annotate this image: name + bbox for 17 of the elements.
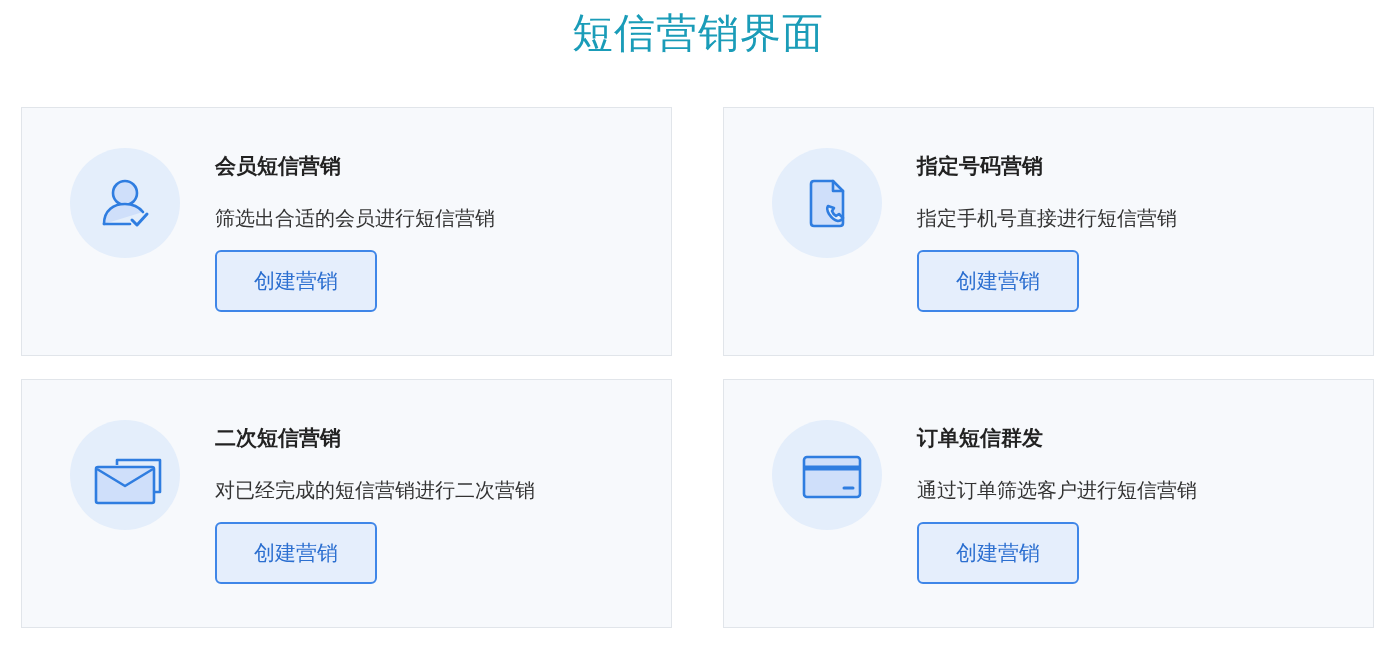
page-title: 短信营销界面 — [570, 8, 825, 59]
card-description: 指定手机号直接进行短信营销 — [917, 205, 1177, 232]
user-check-icon — [70, 148, 180, 258]
card-title: 会员短信营销 — [215, 153, 341, 180]
create-button[interactable]: 创建营销 — [215, 250, 377, 312]
create-button[interactable]: 创建营销 — [215, 522, 377, 584]
envelopes-icon — [70, 420, 180, 530]
create-button[interactable]: 创建营销 — [917, 250, 1079, 312]
card-title: 二次短信营销 — [215, 425, 341, 452]
create-button[interactable]: 创建营销 — [917, 522, 1079, 584]
card-icon — [772, 420, 882, 530]
card-description: 通过订单筛选客户进行短信营销 — [917, 477, 1197, 504]
document-phone-icon — [772, 148, 882, 258]
card-description: 对已经完成的短信营销进行二次营销 — [215, 477, 535, 504]
card-title: 指定号码营销 — [917, 153, 1043, 180]
card-description: 筛选出合适的会员进行短信营销 — [215, 205, 495, 232]
card-title: 订单短信群发 — [917, 425, 1043, 452]
